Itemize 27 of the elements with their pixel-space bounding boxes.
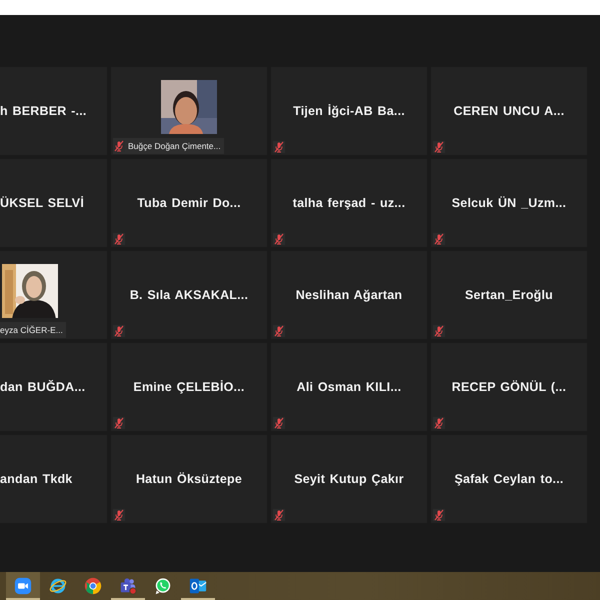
participant-name: Seyit Kutup Çakır	[294, 472, 404, 486]
participant-name: Tuba Demir Do...	[137, 196, 241, 210]
participant-name: Hatun Öksüztepe	[136, 472, 242, 486]
participant-name: Tijen İğci-AB Ba...	[293, 104, 405, 118]
participant-name: andan Tkdk	[0, 472, 72, 486]
participant-name: B. Sıla AKSAKAL...	[130, 288, 248, 302]
mail-icon	[189, 577, 207, 595]
participant-name: h BERBER -...	[0, 104, 87, 118]
participant-name: Selcuk ÜN _Uzm...	[452, 196, 566, 210]
participant-name: talha ferşad - uz...	[292, 196, 406, 210]
participant-name: Ali Osman KILI...	[296, 380, 402, 394]
chat-bubble-icon	[154, 577, 172, 595]
participant-name: Emine ÇELEBİO...	[133, 380, 245, 394]
participant-name: RECEP GÖNÜL (...	[452, 380, 566, 394]
video-camera-icon	[14, 577, 32, 595]
participant-name: eyza CİĞER-E...	[0, 325, 63, 335]
participant-name: Neslihan Ağartan	[296, 288, 402, 302]
people-icon	[119, 577, 137, 595]
participant-name: Şafak Ceylan to...	[454, 472, 564, 486]
participant-name: Sertan_Eroğlu	[464, 288, 554, 302]
globe-icon	[49, 577, 67, 595]
participant-name: Buğçe Doğan Çimente...	[128, 141, 221, 151]
participant-name: ÜKSEL SELVİ	[0, 196, 84, 210]
taskbar-button[interactable]	[6, 572, 40, 600]
participant-name: CEREN UNCU A...	[454, 104, 564, 118]
participant-name: dan BUĞDA...	[0, 380, 86, 394]
browser-icon	[84, 577, 102, 595]
